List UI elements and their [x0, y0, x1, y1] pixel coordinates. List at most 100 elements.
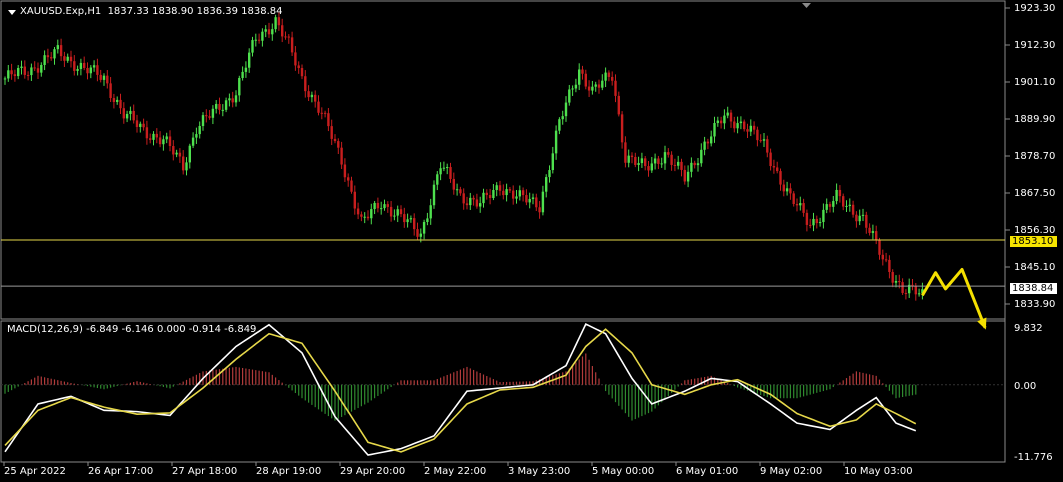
candle [168, 130, 172, 152]
candle [611, 71, 614, 86]
candle [205, 109, 208, 123]
candle [297, 61, 300, 74]
candle [799, 196, 802, 211]
candle [911, 278, 914, 291]
candle [383, 199, 386, 211]
candle [386, 201, 389, 213]
candle [703, 136, 706, 156]
candle [858, 209, 861, 226]
candle [584, 69, 587, 90]
candle [264, 25, 267, 38]
chart-shift-marker-icon[interactable] [802, 3, 811, 8]
candle [756, 126, 759, 147]
candle [851, 200, 855, 218]
candle [815, 215, 818, 229]
candle [208, 110, 211, 120]
price-label: 1856.30 [1014, 225, 1056, 236]
candle [488, 188, 492, 205]
candle [337, 138, 340, 154]
symbol-menu-caret-icon[interactable] [8, 10, 16, 15]
symbol-timeframe: XAUUSD.Exp,H1 [20, 6, 102, 17]
candle [125, 110, 129, 123]
candle [914, 282, 917, 301]
candle [347, 173, 350, 187]
candle [515, 189, 518, 204]
candle [191, 132, 195, 149]
candle [69, 50, 73, 68]
level-price-tag: 1853.10 [1010, 236, 1057, 247]
candle [198, 121, 201, 139]
candle [749, 119, 752, 137]
time-label: 3 May 23:00 [508, 466, 571, 477]
time-label: 10 May 03:00 [844, 466, 913, 477]
candle [591, 80, 594, 95]
candle [320, 107, 323, 120]
candle [310, 91, 314, 103]
candle [83, 56, 86, 71]
candle [145, 120, 149, 145]
candle [36, 62, 40, 80]
candle [257, 33, 261, 44]
candle [10, 63, 13, 80]
candle [343, 158, 347, 182]
candle [422, 219, 426, 240]
time-label: 9 May 02:00 [760, 466, 823, 477]
candle [261, 28, 264, 47]
candle [845, 200, 848, 213]
candle [624, 136, 627, 168]
candle [502, 184, 505, 200]
candle [403, 207, 406, 228]
chart-canvas[interactable] [0, 0, 1063, 482]
candle [399, 205, 403, 218]
candle [785, 181, 789, 196]
candle [683, 165, 686, 185]
candle [644, 155, 647, 171]
candle [881, 249, 884, 266]
candle [607, 70, 611, 82]
macd-axis-label: 9.832 [1014, 323, 1043, 334]
candle [363, 212, 366, 224]
candle [139, 121, 142, 133]
candle [871, 224, 875, 240]
candle [700, 143, 703, 167]
candle [356, 202, 360, 220]
price-label: 1878.70 [1014, 151, 1056, 162]
candle [551, 146, 554, 174]
candle [795, 198, 799, 212]
candle [680, 158, 683, 177]
candle [696, 158, 700, 172]
candle [366, 210, 370, 221]
macd-main-line [4, 323, 917, 456]
candle [558, 117, 561, 135]
candle [393, 209, 396, 221]
candle [485, 189, 488, 200]
candle [333, 134, 337, 144]
candle [752, 121, 756, 135]
candle [195, 127, 198, 144]
candle [792, 191, 795, 207]
candle [119, 93, 122, 115]
candle [587, 80, 591, 97]
time-label: 25 Apr 2022 [4, 466, 66, 477]
candle [142, 118, 145, 131]
price-label: 1845.10 [1014, 262, 1056, 273]
candle [772, 159, 776, 174]
candle [818, 217, 822, 227]
candle [3, 76, 7, 85]
candle [76, 65, 79, 76]
chart-title: XAUUSD.Exp,H1 1837.33 1838.90 1836.39 18… [20, 6, 283, 17]
candle [564, 96, 568, 122]
candle [465, 196, 469, 210]
macd-axis-label: 0.00 [1014, 381, 1037, 392]
candle [43, 50, 46, 71]
candle [50, 52, 53, 61]
candle [677, 155, 680, 170]
time-label: 2 May 22:00 [424, 466, 487, 477]
candle [568, 84, 571, 106]
candle [426, 212, 429, 226]
time-label: 6 May 01:00 [676, 466, 739, 477]
candle [99, 69, 102, 83]
candle [106, 70, 109, 89]
candle [617, 91, 620, 117]
price-label: 1923.30 [1014, 3, 1056, 14]
